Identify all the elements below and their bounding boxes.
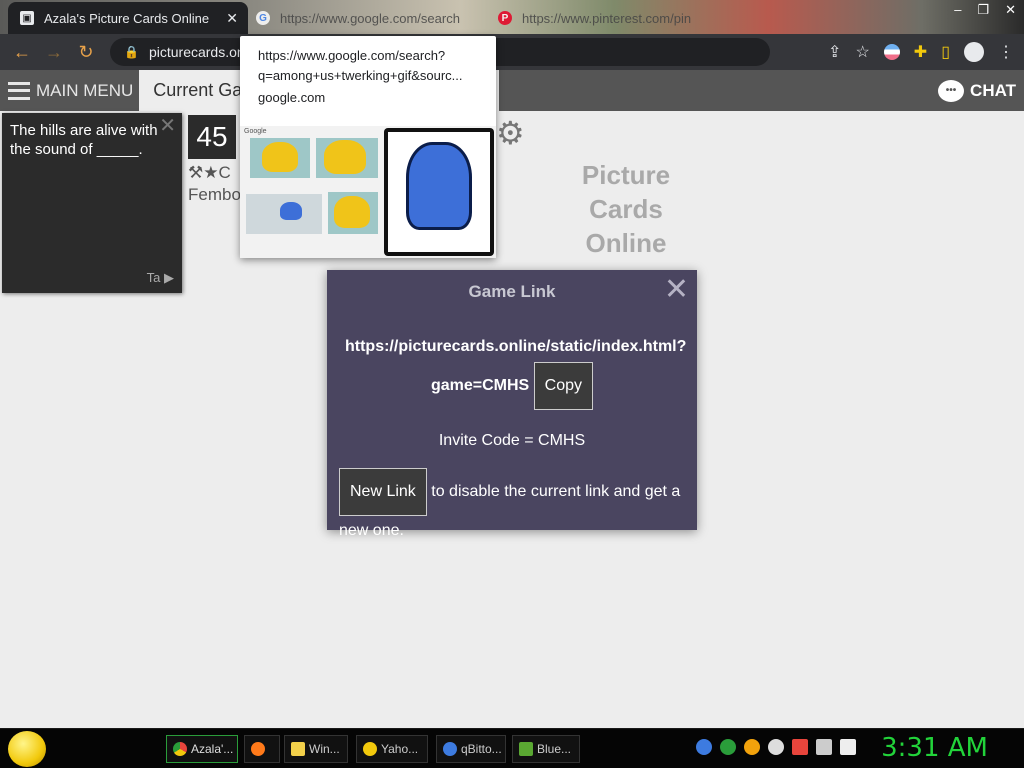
- search-tray-icon[interactable]: [744, 739, 760, 755]
- chat-label: CHAT: [970, 80, 1016, 100]
- tab-picture-cards[interactable]: ▣ Azala's Picture Cards Online ✕: [8, 2, 248, 34]
- copy-button[interactable]: Copy: [533, 362, 594, 410]
- share-icon[interactable]: ⇪: [828, 42, 841, 62]
- window-controls: – ❐ ✕: [954, 2, 1016, 18]
- taskbar-item-qbittorrent[interactable]: qBitto...: [436, 735, 506, 763]
- yahoo-smiley-icon: [363, 742, 377, 756]
- modal-close-icon[interactable]: ✕: [664, 275, 689, 305]
- chrome-icon: [173, 742, 187, 756]
- display-tray-icon[interactable]: [816, 739, 832, 755]
- taskbar-clock[interactable]: 3:31 AM: [881, 733, 988, 763]
- close-tab-icon[interactable]: ✕: [226, 10, 238, 27]
- tab-title: https://www.google.com/search: [280, 10, 460, 26]
- black-card-text: The hills are alive with the sound of __…: [10, 122, 158, 158]
- browser-tab-strip: ▣ Azala's Picture Cards Online ✕ G https…: [0, 0, 1024, 34]
- game-link-text: https://picturecards.online/static/index…: [327, 332, 697, 410]
- game-link-param: game=CMHS: [430, 377, 530, 395]
- picture-cards-favicon-icon: ▣: [20, 11, 34, 25]
- sidebar-icon[interactable]: ▯: [941, 42, 950, 62]
- score-badge: 45: [188, 115, 236, 159]
- among-us-icon: [324, 140, 366, 174]
- bluestacks-icon: [519, 742, 533, 756]
- preview-url: https://www.google.com/search? q=among+u…: [258, 48, 463, 83]
- profile-avatar-icon[interactable]: [964, 42, 984, 62]
- taskbar-item-windows-explorer[interactable]: Win...: [284, 735, 348, 763]
- forward-arrow-icon[interactable]: →: [38, 36, 70, 68]
- qbittorrent-tray-icon[interactable]: [696, 739, 712, 755]
- preview-thumb-brand: Google: [244, 128, 267, 135]
- reload-icon[interactable]: ↻: [70, 36, 102, 68]
- black-card[interactable]: The hills are alive with the sound of __…: [2, 113, 182, 293]
- among-us-icon: [334, 196, 370, 228]
- blue-crewmate-icon: [406, 142, 472, 230]
- preview-phone-image: [384, 128, 494, 256]
- hamburger-icon: [8, 81, 30, 100]
- window-close-icon[interactable]: ✕: [1005, 2, 1016, 18]
- volume-icon[interactable]: [840, 739, 856, 755]
- translate-flag-icon[interactable]: [883, 44, 900, 60]
- taskbar-item-chrome[interactable]: Azala'...: [166, 735, 238, 763]
- new-link-button[interactable]: New Link: [339, 468, 427, 516]
- player-info: ⚒★C Fembo: [188, 162, 241, 206]
- tab-hover-preview: https://www.google.com/search? q=among+u…: [240, 36, 496, 258]
- pinterest-favicon-icon: P: [498, 11, 512, 25]
- player-status: ⚒★C: [188, 163, 231, 182]
- tab-google-search[interactable]: G https://www.google.com/search: [256, 2, 486, 34]
- minimize-icon[interactable]: –: [954, 2, 961, 18]
- lock-icon: 🔒: [124, 45, 139, 59]
- tab-title: https://www.pinterest.com/pin: [522, 10, 692, 26]
- picture-cards-logo: Picture Cards Online: [581, 160, 671, 258]
- player-name: Fembo: [188, 185, 241, 204]
- modal-title: Game Link: [468, 282, 556, 301]
- tab-title: Azala's Picture Cards Online: [44, 10, 210, 26]
- browser-toolbar: ← → ↻ 🔒 picturecards.onl ⇪ ☆ ✚ ▯ ⋮: [0, 34, 1024, 70]
- among-us-icon: [262, 142, 298, 172]
- chat-tray-icon[interactable]: [768, 739, 784, 755]
- among-us-icon: [280, 202, 302, 220]
- new-link-row: New Link to disable the current link and…: [327, 468, 697, 546]
- taskbar-item-bluestacks[interactable]: Blue...: [512, 735, 580, 763]
- tab-pinterest[interactable]: P https://www.pinterest.com/pin: [498, 2, 728, 34]
- taskbar: Azala'... Win... Yaho... qBitto... Blue.…: [0, 728, 1024, 768]
- folder-icon: [291, 742, 305, 756]
- back-arrow-icon[interactable]: ←: [6, 36, 38, 68]
- chat-bubble-icon: •••: [938, 79, 965, 102]
- toolbar-actions: ⇪ ☆ ✚ ▯ ⋮: [828, 38, 1014, 66]
- qbittorrent-icon: [443, 742, 457, 756]
- network-tray-icon[interactable]: [720, 739, 736, 755]
- extensions-puzzle-icon[interactable]: ✚: [914, 42, 927, 62]
- address-text: picturecards.onl: [148, 44, 248, 60]
- settings-gear-icon[interactable]: ⚙: [496, 114, 525, 152]
- menu-kebab-icon[interactable]: ⋮: [998, 42, 1014, 62]
- invite-code: Invite Code = CMHS: [438, 432, 586, 449]
- chat-button[interactable]: ••• CHAT: [938, 70, 1016, 111]
- main-menu-label: MAIN MENU: [36, 80, 134, 100]
- taskbar-item-firefox[interactable]: [244, 735, 280, 763]
- close-card-icon[interactable]: ✕: [159, 116, 176, 136]
- start-smiley-icon[interactable]: [8, 731, 46, 767]
- firefox-icon: [251, 742, 265, 756]
- system-tray: [696, 739, 856, 755]
- action-center-flag-icon[interactable]: [792, 739, 808, 755]
- game-link-modal: Game Link ✕ https://picturecards.online/…: [327, 270, 697, 539]
- app-header: MAIN MENU Current Gam ••• CHAT: [0, 70, 1024, 111]
- restore-icon[interactable]: ❐: [977, 2, 989, 18]
- bookmark-star-icon[interactable]: ☆: [855, 42, 869, 62]
- taskbar-item-yahoo[interactable]: Yaho...: [356, 735, 428, 763]
- google-favicon-icon: G: [256, 11, 270, 25]
- black-card-footer: Ta ▶: [146, 270, 174, 285]
- preview-thumbnail: Google: [240, 126, 496, 258]
- main-menu-button[interactable]: MAIN MENU: [0, 70, 140, 111]
- game-link-url: https://picturecards.online/static/index…: [345, 338, 687, 355]
- preview-domain: google.com: [258, 90, 326, 105]
